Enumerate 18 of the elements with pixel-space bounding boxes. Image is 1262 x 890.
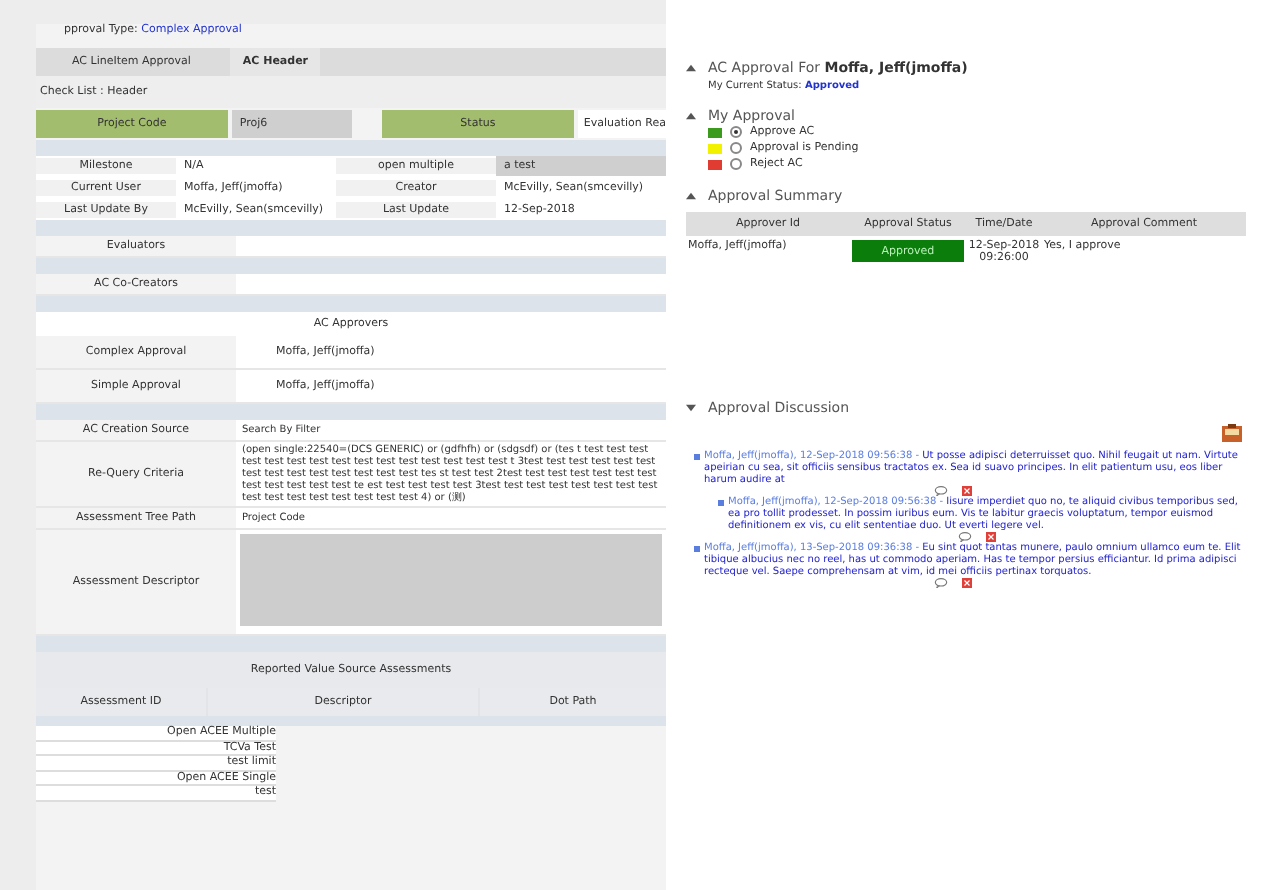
radio-button[interactable] — [730, 126, 742, 138]
delete-icon[interactable] — [960, 486, 974, 496]
reply-icon[interactable] — [934, 486, 948, 496]
radio-button[interactable] — [730, 142, 742, 154]
collapse-icon[interactable] — [686, 64, 696, 72]
bullet-icon — [694, 453, 700, 459]
radio-button[interactable] — [730, 158, 742, 170]
delete-icon[interactable] — [960, 578, 974, 588]
collapse-icon[interactable] — [686, 192, 696, 200]
collapse-icon[interactable] — [686, 112, 696, 120]
bullet-icon — [718, 499, 724, 505]
expand-icon[interactable] — [686, 404, 696, 412]
add-comment-icon[interactable] — [1222, 424, 1242, 442]
reply-icon[interactable] — [958, 532, 972, 542]
descriptor-field[interactable] — [240, 534, 662, 626]
delete-icon[interactable] — [984, 532, 998, 542]
reply-icon[interactable] — [934, 578, 948, 588]
bullet-icon — [694, 545, 700, 551]
